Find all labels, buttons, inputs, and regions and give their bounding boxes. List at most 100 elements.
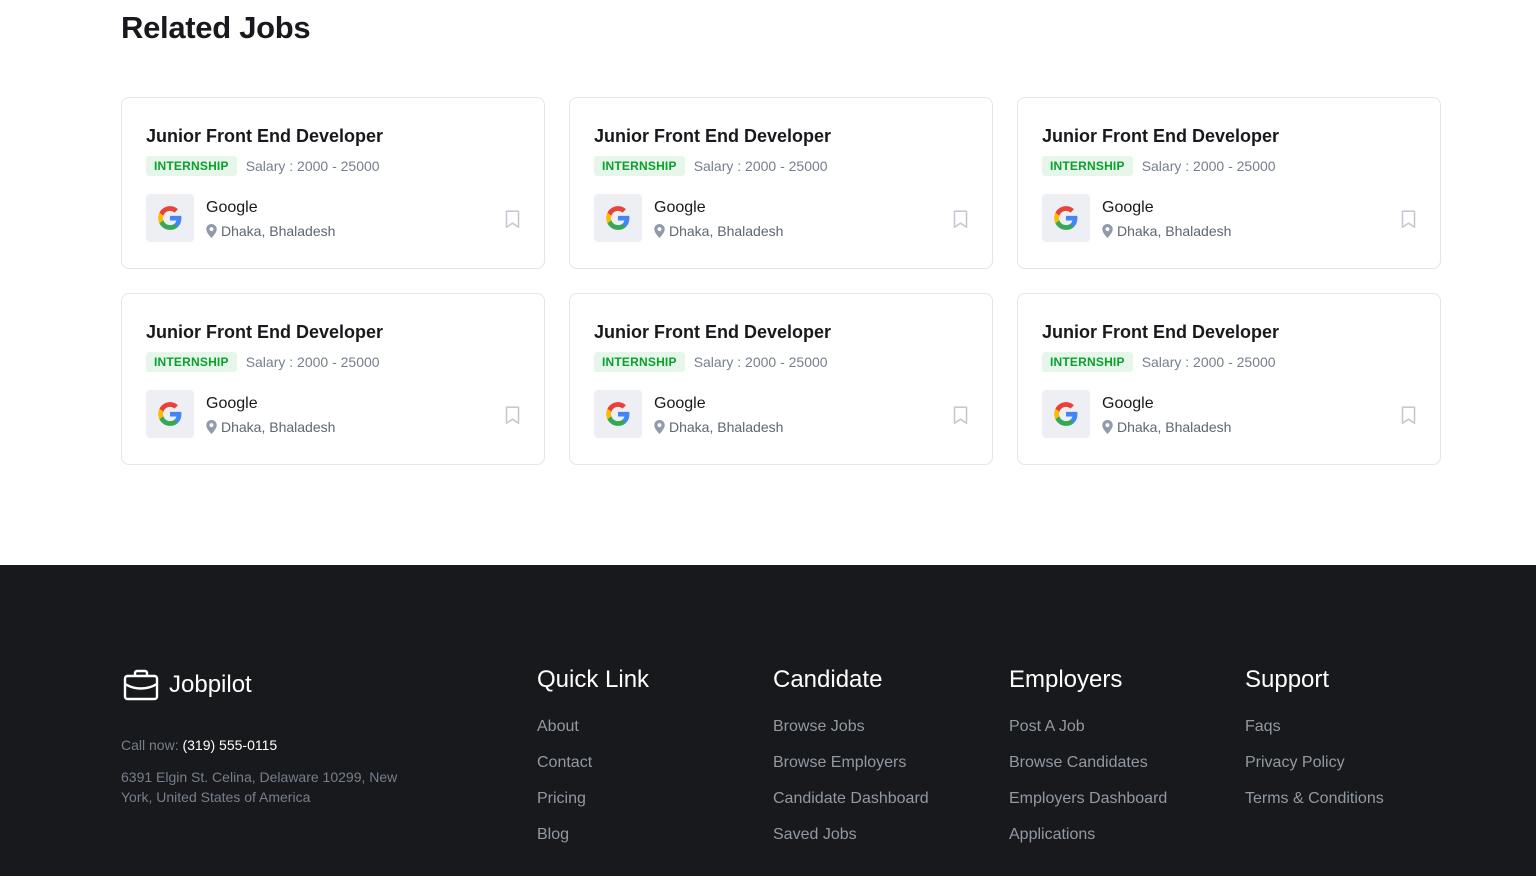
job-card[interactable]: Junior Front End Developer INTERNSHIP Sa… [1017, 97, 1441, 269]
company-info: Google Dhaka, Bhaladesh [206, 198, 335, 239]
job-location: Dhaka, Bhaladesh [654, 419, 783, 435]
company-info: Google Dhaka, Bhaladesh [206, 394, 335, 435]
location-text: Dhaka, Bhaladesh [1117, 222, 1232, 239]
bookmark-button[interactable] [950, 404, 970, 426]
salary-range: Salary : 2000 - 25000 [1141, 354, 1276, 370]
company-name: Google [206, 198, 258, 216]
company-info: Google Dhaka, Bhaladesh [1102, 198, 1231, 239]
job-card[interactable]: Junior Front End Developer INTERNSHIP Sa… [1017, 293, 1441, 465]
bookmark-button[interactable] [502, 208, 522, 230]
job-card[interactable]: Junior Front End Developer INTERNSHIP Sa… [121, 97, 545, 269]
salary-range: Salary : 2000 - 25000 [245, 354, 380, 370]
footer-link-browse-jobs[interactable]: Browse Jobs [773, 717, 929, 737]
footer-col-heading: Candidate [773, 666, 883, 693]
job-meta: INTERNSHIP Salary : 2000 - 25000 [594, 156, 968, 176]
job-title[interactable]: Junior Front End Developer [146, 125, 520, 147]
job-location: Dhaka, Bhaladesh [206, 419, 335, 435]
job-meta: INTERNSHIP Salary : 2000 - 25000 [1042, 352, 1416, 372]
bookmark-button[interactable] [950, 208, 970, 230]
job-location: Dhaka, Bhaladesh [1102, 223, 1231, 239]
salary-range: Salary : 2000 - 25000 [1141, 158, 1276, 174]
job-type-badge: INTERNSHIP [146, 156, 237, 176]
footer-col-heading: Quick Link [537, 666, 650, 693]
google-logo-icon [594, 194, 642, 242]
page: Related Jobs Junior Front End Developer … [0, 0, 1536, 876]
footer-link-employers-dashboard[interactable]: Employers Dashboard [1009, 789, 1167, 809]
footer-link-blog[interactable]: Blog [537, 825, 649, 845]
location-text: Dhaka, Bhaladesh [669, 222, 784, 239]
job-type-badge: INTERNSHIP [594, 156, 685, 176]
footer-link-contact[interactable]: Contact [537, 753, 649, 773]
job-title[interactable]: Junior Front End Developer [146, 321, 520, 343]
footer-link-about[interactable]: About [537, 717, 649, 737]
bookmark-icon [953, 209, 967, 228]
footer-link-saved-jobs[interactable]: Saved Jobs [773, 825, 929, 845]
salary-range: Salary : 2000 - 25000 [245, 158, 380, 174]
footer-col-heading: Support [1245, 666, 1330, 693]
footer-brand[interactable]: Jobpilot [123, 669, 252, 701]
location-text: Dhaka, Bhaladesh [1117, 418, 1232, 435]
company-row: Google Dhaka, Bhaladesh [594, 194, 968, 242]
footer-link-post-a-job[interactable]: Post A Job [1009, 717, 1167, 737]
company-info: Google Dhaka, Bhaladesh [654, 394, 783, 435]
bookmark-icon [505, 209, 519, 228]
map-pin-icon [1102, 419, 1113, 434]
footer-link-candidate-dashboard[interactable]: Candidate Dashboard [773, 789, 929, 809]
salary-range: Salary : 2000 - 25000 [693, 354, 828, 370]
bookmark-icon [1401, 405, 1415, 424]
footer-link-pricing[interactable]: Pricing [537, 789, 649, 809]
footer-link-applications[interactable]: Applications [1009, 825, 1167, 845]
bookmark-button[interactable] [502, 404, 522, 426]
footer-link-browse-candidates[interactable]: Browse Candidates [1009, 753, 1167, 773]
footer-col-heading: Employers [1009, 666, 1123, 693]
location-text: Dhaka, Bhaladesh [669, 418, 784, 435]
google-logo-icon [1042, 390, 1090, 438]
google-logo-icon [1042, 194, 1090, 242]
job-title[interactable]: Junior Front End Developer [1042, 321, 1416, 343]
call-label: Call now: [121, 737, 179, 753]
company-name: Google [1102, 198, 1154, 216]
footer-link-faqs[interactable]: Faqs [1245, 717, 1384, 737]
footer-col-support: Support Faqs Privacy Policy Terms & Cond… [1245, 665, 1384, 825]
job-card[interactable]: Junior Front End Developer INTERNSHIP Sa… [569, 293, 993, 465]
site-footer: Jobpilot Call now: (319) 555-0115 6391 E… [0, 565, 1536, 876]
footer-col-candidate: Candidate Browse Jobs Browse Employers C… [773, 665, 929, 861]
map-pin-icon [206, 419, 217, 434]
related-jobs-title: Related Jobs [121, 10, 311, 45]
location-text: Dhaka, Bhaladesh [221, 222, 336, 239]
bookmark-icon [1401, 209, 1415, 228]
company-info: Google Dhaka, Bhaladesh [1102, 394, 1231, 435]
salary-range: Salary : 2000 - 25000 [693, 158, 828, 174]
footer-col-quick-link: Quick Link About Contact Pricing Blog [537, 665, 649, 861]
job-card[interactable]: Junior Front End Developer INTERNSHIP Sa… [121, 293, 545, 465]
footer-link-privacy-policy[interactable]: Privacy Policy [1245, 753, 1384, 773]
job-location: Dhaka, Bhaladesh [206, 223, 335, 239]
company-row: Google Dhaka, Bhaladesh [1042, 194, 1416, 242]
job-card[interactable]: Junior Front End Developer INTERNSHIP Sa… [569, 97, 993, 269]
job-title[interactable]: Junior Front End Developer [594, 125, 968, 147]
company-row: Google Dhaka, Bhaladesh [146, 390, 520, 438]
google-logo-icon [594, 390, 642, 438]
map-pin-icon [654, 419, 665, 434]
phone-number[interactable]: (319) 555-0115 [182, 737, 277, 753]
briefcase-icon [123, 669, 159, 701]
footer-link-browse-employers[interactable]: Browse Employers [773, 753, 929, 773]
footer-link-terms-conditions[interactable]: Terms & Conditions [1245, 789, 1384, 809]
company-name: Google [654, 198, 706, 216]
company-name: Google [206, 394, 258, 412]
bookmark-button[interactable] [1398, 404, 1418, 426]
job-title[interactable]: Junior Front End Developer [1042, 125, 1416, 147]
company-info: Google Dhaka, Bhaladesh [654, 198, 783, 239]
company-address: 6391 Elgin St. Celina, Delaware 10299, N… [121, 769, 398, 805]
job-type-badge: INTERNSHIP [594, 352, 685, 372]
company-name: Google [1102, 394, 1154, 412]
job-meta: INTERNSHIP Salary : 2000 - 25000 [146, 156, 520, 176]
bookmark-button[interactable] [1398, 208, 1418, 230]
call-now: Call now: (319) 555-0115 [121, 737, 277, 753]
bookmark-icon [953, 405, 967, 424]
map-pin-icon [1102, 223, 1113, 238]
job-title[interactable]: Junior Front End Developer [594, 321, 968, 343]
footer-col-employers: Employers Post A Job Browse Candidates E… [1009, 665, 1167, 861]
job-meta: INTERNSHIP Salary : 2000 - 25000 [594, 352, 968, 372]
map-pin-icon [206, 223, 217, 238]
